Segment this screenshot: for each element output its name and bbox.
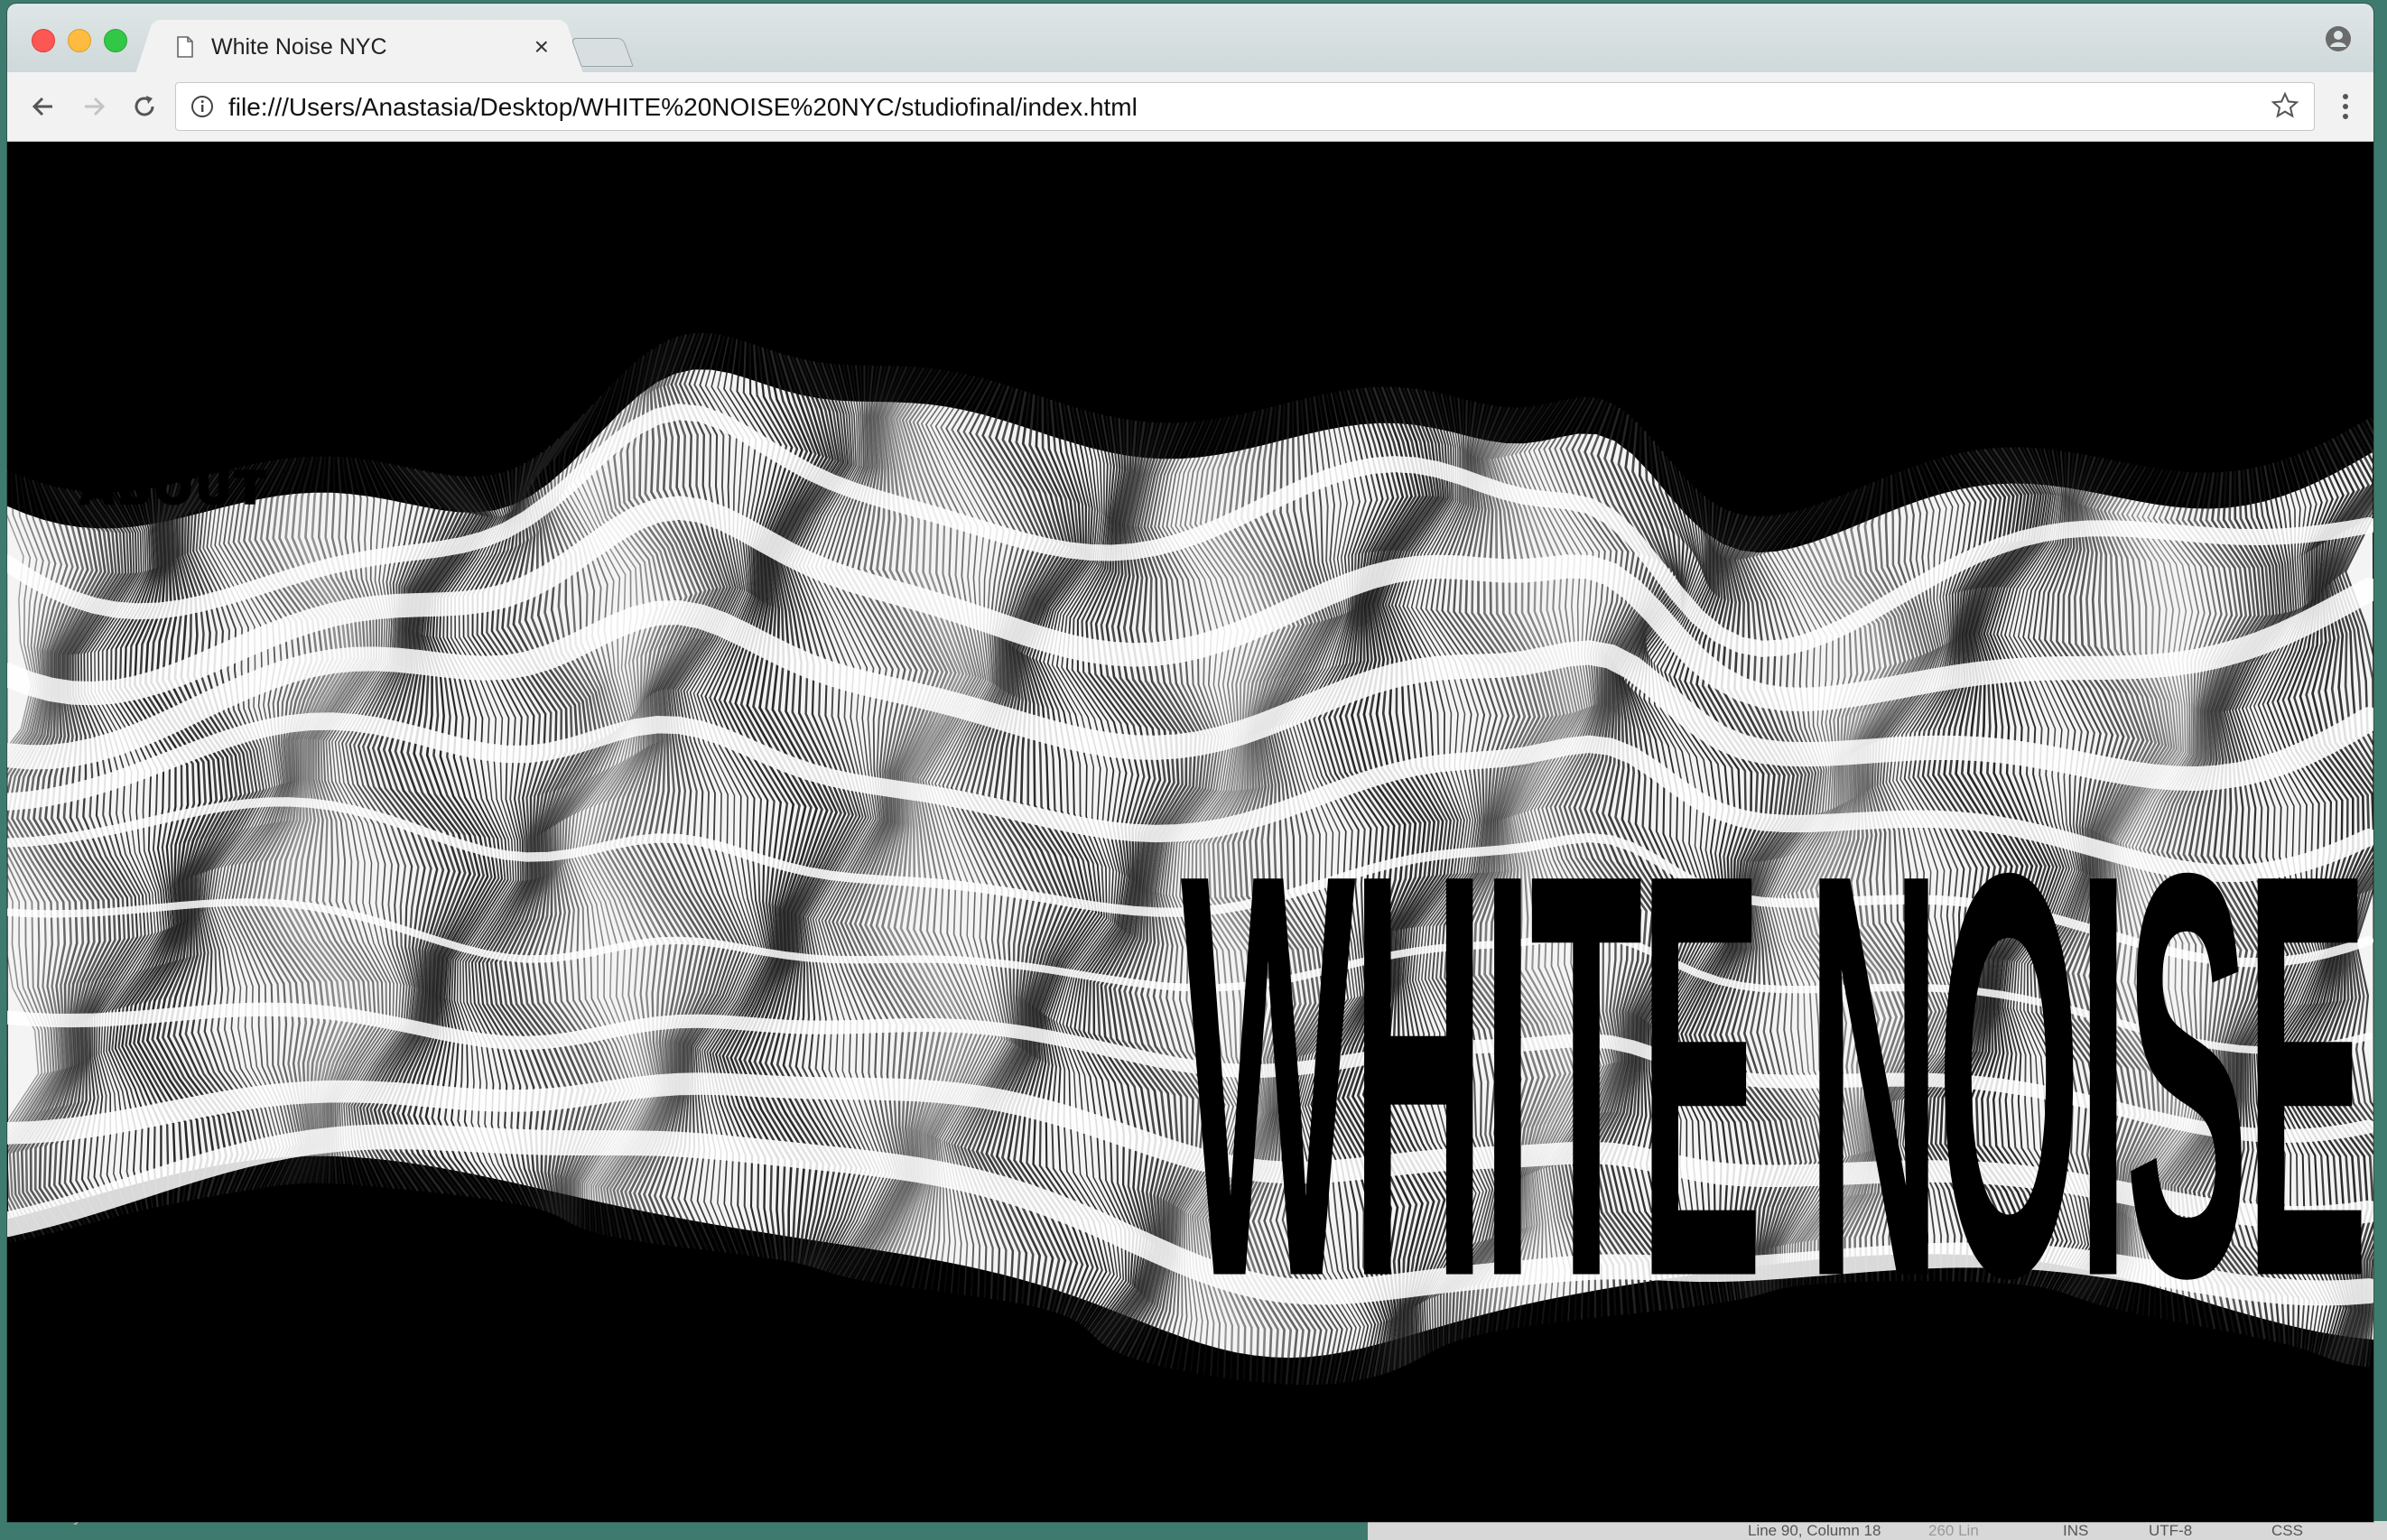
nav-about-link[interactable]: ABOUT <box>79 462 271 515</box>
url-text: file:///Users/Anastasia/Desktop/WHITE%20… <box>228 93 1138 121</box>
new-tab-button[interactable] <box>571 38 634 67</box>
status-position: Line 90, Column 18 <box>1748 1522 1881 1539</box>
browser-toolbar: file:///Users/Anastasia/Desktop/WHITE%20… <box>7 72 2373 142</box>
hero-title: WHITE NOISE <box>1181 753 2368 1396</box>
address-bar[interactable]: file:///Users/Anastasia/Desktop/WHITE%20… <box>175 82 2315 131</box>
page-content: CONTACT ABOUT WHITE NOISE <box>7 142 2373 1522</box>
status-encoding: UTF-8 <box>2149 1522 2193 1539</box>
reload-icon[interactable] <box>128 90 161 123</box>
close-window-button[interactable] <box>32 29 55 52</box>
browser-tab[interactable]: White Noise NYC × <box>153 20 565 72</box>
close-tab-icon[interactable]: × <box>534 32 549 61</box>
nav-contact-link[interactable]: CONTACT <box>79 413 271 464</box>
forward-arrow-icon[interactable] <box>78 90 110 123</box>
status-mode: INS <box>2063 1522 2089 1539</box>
hero-title-block: WHITE NOISE <box>1181 787 2368 1362</box>
profile-icon[interactable] <box>2325 25 2352 52</box>
more-menu-icon[interactable] <box>2341 92 2350 121</box>
status-syntax: CSS <box>2271 1522 2303 1539</box>
document-icon <box>177 36 193 58</box>
minimize-window-button[interactable] <box>68 29 91 52</box>
zoom-window-button[interactable] <box>104 29 127 52</box>
info-icon[interactable] <box>190 95 214 118</box>
back-arrow-icon[interactable] <box>27 90 60 123</box>
tab-title: White Noise NYC <box>211 34 387 60</box>
browser-window: White Noise NYC × file:///Users/Anastasi… <box>7 4 2373 1522</box>
site-nav: CONTACT ABOUT <box>79 413 271 519</box>
title-bar: White Noise NYC × <box>7 4 2373 72</box>
status-lines: 260 Lin <box>1928 1522 1979 1539</box>
bookmark-star-icon[interactable] <box>2271 91 2299 120</box>
